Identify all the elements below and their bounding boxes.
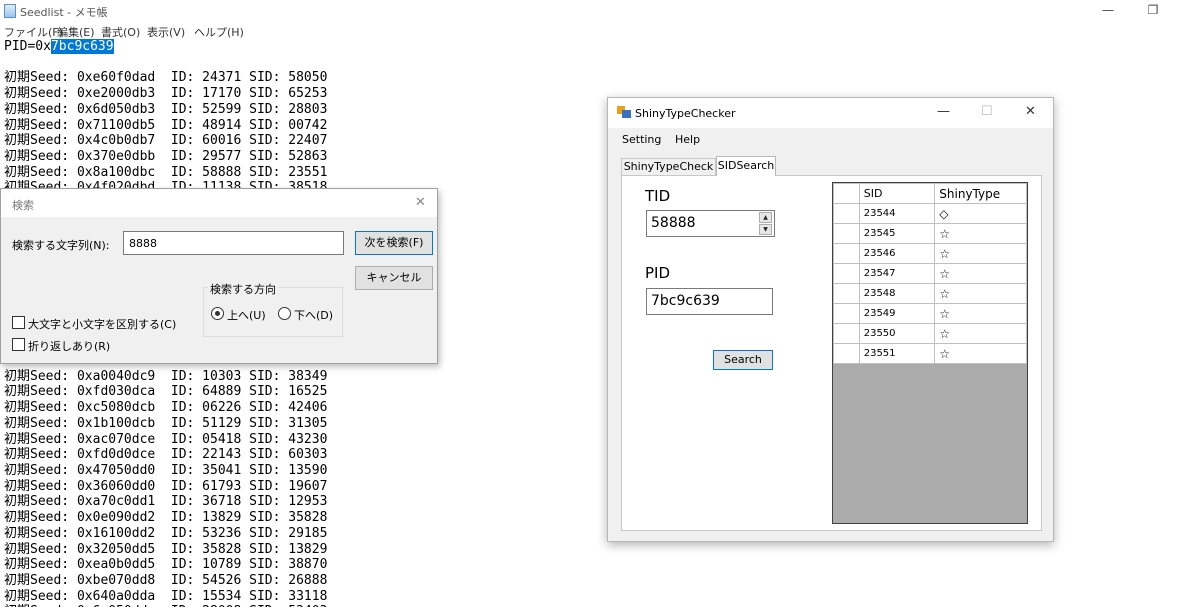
table-row[interactable]: 23545 ☆	[833, 223, 1027, 244]
cell-shinytype[interactable]: ☆	[934, 223, 1027, 244]
direction-down-radio[interactable]	[278, 307, 291, 320]
menu-help[interactable]: Help	[675, 133, 700, 146]
close-icon[interactable]: ✕	[415, 195, 426, 210]
cell-sid[interactable]: 23547	[858, 263, 936, 284]
wrap-around-label[interactable]: 折り返しあり(R)	[28, 338, 110, 354]
row-header[interactable]	[833, 323, 860, 344]
cell-shinytype[interactable]: ☆	[934, 343, 1027, 364]
row-header[interactable]	[833, 303, 860, 324]
menu-edit[interactable]: 編集(E)	[57, 24, 95, 40]
cell-shinytype[interactable]: ☆	[934, 283, 1027, 304]
search-label: 検索する文字列(N):	[12, 239, 110, 252]
direction-down-label[interactable]: 下へ(D)	[294, 307, 333, 323]
cell-shinytype[interactable]: ☆	[934, 303, 1027, 324]
column-header-sid[interactable]: SID	[858, 183, 936, 204]
row-header-corner	[833, 183, 860, 204]
pid-input[interactable]: 7bc9c639	[646, 288, 773, 315]
cancel-button[interactable]: キャンセル	[355, 266, 433, 290]
find-next-button[interactable]: 次を検索(F)	[355, 231, 433, 255]
notepad-menubar: ファイル(F) 編集(E) 書式(O) 表示(V) ヘルプ(H)	[0, 22, 1200, 40]
pid-line-prefix: PID=0x	[4, 39, 51, 54]
notepad-titlebar: Seedlist - メモ帳 — ❐	[0, 0, 1200, 22]
minimize-icon[interactable]: —	[1101, 3, 1115, 17]
column-header-shinytype[interactable]: ShinyType	[934, 183, 1027, 204]
selected-text[interactable]: 7bc9c639	[50, 39, 114, 54]
tab-sidsearch[interactable]: SIDSearch	[716, 156, 776, 176]
wrap-around-checkbox[interactable]	[12, 338, 25, 351]
match-case-label[interactable]: 大文字と小文字を区別する(C)	[28, 316, 176, 332]
shiny-checker-titlebar[interactable]: ShinyTypeChecker — ☐ ✕	[608, 98, 1053, 128]
close-icon[interactable]: ✕	[1025, 104, 1036, 119]
find-dialog: 検索 ✕ 検索する文字列(N): 8888 次を検索(F) キャンセル 検索する…	[0, 188, 438, 364]
table-row[interactable]: 23548 ☆	[833, 283, 1027, 304]
menu-file[interactable]: ファイル(F)	[4, 24, 63, 40]
results-table: SID ShinyType 23544 ◇ 23545 ☆ 23546 ☆ 23547 ☆ 23…	[833, 183, 1027, 364]
results-body: 23544 ◇ 23545 ☆ 23546 ☆ 23547 ☆ 23548 ☆ 23549 ☆ 2355…	[833, 203, 1027, 364]
row-header[interactable]	[833, 203, 860, 224]
spin-down-icon[interactable]: ▼	[759, 224, 772, 235]
tab-shinytypecheck[interactable]: ShinyTypeCheck	[621, 158, 716, 176]
row-header[interactable]	[833, 283, 860, 304]
find-dialog-titlebar[interactable]: 検索 ✕	[1, 189, 437, 217]
radio-selected-dot	[215, 311, 220, 316]
pid-label: PID	[645, 264, 671, 282]
minimize-icon[interactable]: —	[937, 104, 950, 119]
cell-sid[interactable]: 23544	[858, 203, 936, 224]
direction-label: 検索する方向	[208, 281, 278, 297]
app-icon	[617, 106, 631, 118]
cell-shinytype[interactable]: ◇	[934, 203, 1027, 224]
tid-stepper[interactable]: 58888 ▲ ▼	[646, 210, 775, 237]
menu-view[interactable]: 表示(V)	[147, 24, 185, 40]
menu-setting[interactable]: Setting	[622, 133, 661, 146]
cell-shinytype[interactable]: ☆	[934, 323, 1027, 344]
tid-label: TID	[645, 187, 671, 205]
direction-up-label[interactable]: 上へ(U)	[227, 307, 266, 323]
table-row[interactable]: 23546 ☆	[833, 243, 1027, 264]
menu-help[interactable]: ヘルプ(H)	[194, 24, 244, 40]
cell-sid[interactable]: 23545	[858, 223, 936, 244]
cell-shinytype[interactable]: ☆	[934, 263, 1027, 284]
table-row[interactable]: 23550 ☆	[833, 323, 1027, 344]
cell-sid[interactable]: 23550	[858, 323, 936, 344]
cell-sid[interactable]: 23546	[858, 243, 936, 264]
sid-results-grid[interactable]: SID ShinyType 23544 ◇ 23545 ☆ 23546 ☆ 23547 ☆ 23…	[832, 182, 1028, 524]
search-input[interactable]: 8888	[123, 231, 344, 255]
table-row[interactable]: 23551 ☆	[833, 343, 1027, 364]
direction-up-radio[interactable]	[211, 307, 224, 320]
notepad-title: Seedlist - メモ帳	[20, 6, 108, 19]
spin-up-icon[interactable]: ▲	[759, 212, 772, 223]
cell-shinytype[interactable]: ☆	[934, 243, 1027, 264]
cell-sid[interactable]: 23549	[858, 303, 936, 324]
maximize-icon: ☐	[981, 104, 993, 119]
tid-value[interactable]: 58888	[651, 215, 696, 231]
match-case-checkbox[interactable]	[12, 316, 25, 329]
table-row[interactable]: 23549 ☆	[833, 303, 1027, 324]
shiny-checker-menubar: Setting Help	[608, 128, 1053, 150]
menu-format[interactable]: 書式(O)	[101, 24, 140, 40]
cell-sid[interactable]: 23551	[858, 343, 936, 364]
table-row[interactable]: 23544 ◇	[833, 203, 1027, 224]
shiny-checker-title: ShinyTypeChecker	[635, 107, 736, 120]
row-header[interactable]	[833, 343, 860, 364]
row-header[interactable]	[833, 263, 860, 284]
restore-icon[interactable]: ❐	[1146, 3, 1160, 17]
search-button[interactable]: Search	[713, 350, 773, 370]
shiny-checker-window: ShinyTypeChecker — ☐ ✕ Setting Help Shin…	[607, 97, 1054, 542]
find-dialog-title: 検索	[12, 199, 34, 212]
table-header-row: SID ShinyType	[833, 183, 1027, 204]
cell-sid[interactable]: 23548	[858, 283, 936, 304]
row-header[interactable]	[833, 243, 860, 264]
notepad-icon	[4, 4, 16, 18]
table-row[interactable]: 23547 ☆	[833, 263, 1027, 284]
row-header[interactable]	[833, 223, 860, 244]
